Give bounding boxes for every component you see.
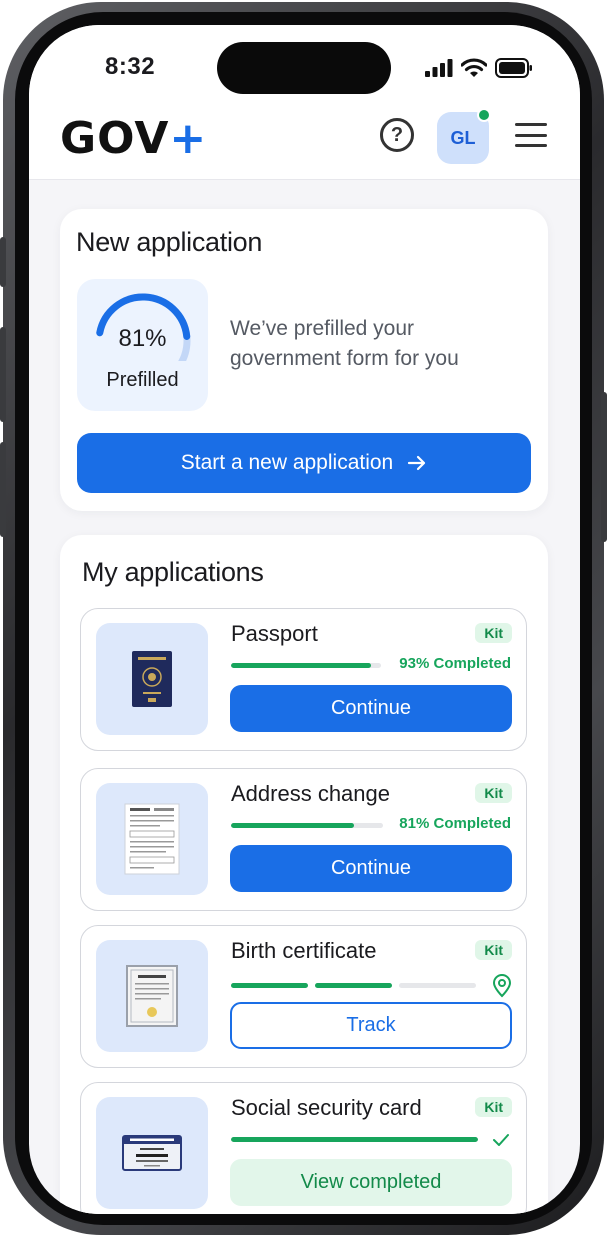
- location-pin-icon: [492, 974, 512, 998]
- cellular-signal-icon: [425, 59, 453, 77]
- checkmark-icon: [493, 1134, 509, 1146]
- logo-plus: +: [169, 113, 208, 164]
- user-avatar-button[interactable]: GL: [437, 108, 491, 164]
- prefill-label: Prefilled: [106, 369, 179, 391]
- app-header: GOV+ ? GL: [29, 108, 580, 180]
- volume-up-button: [0, 327, 6, 422]
- certificate-icon: [126, 965, 178, 1027]
- action-button: [0, 237, 6, 287]
- address-change-thumbnail: [96, 783, 208, 895]
- passport-thumbnail: [96, 623, 208, 735]
- phone-screen: 8:32 GOV+ ? GL New application 81% Prefi…: [29, 25, 580, 1214]
- social-security-card-icon: [122, 1135, 182, 1171]
- menu-line: [515, 133, 547, 137]
- progress-label: 93% Completed: [399, 655, 511, 672]
- hamburger-menu-icon[interactable]: [515, 123, 547, 147]
- gov-plus-logo[interactable]: GOV+: [60, 115, 207, 163]
- question-mark-icon: ?: [390, 123, 404, 146]
- social-security-thumbnail: [96, 1097, 208, 1209]
- dynamic-island: [217, 42, 391, 94]
- progress-bar: [231, 663, 381, 668]
- logo-text: GOV: [60, 113, 170, 164]
- arrow-right-icon: [408, 455, 426, 471]
- status-bar: 8:32: [29, 25, 580, 115]
- menu-line: [515, 144, 547, 147]
- my-applications-card: My applications Passport Kit 93% Complet…: [60, 535, 548, 1214]
- continue-button[interactable]: Continue: [230, 845, 512, 892]
- application-item-birth-certificate[interactable]: Birth certificate Kit Track: [80, 925, 527, 1068]
- new-application-title: New application: [76, 227, 263, 257]
- prefill-gauge: 81% Prefilled: [77, 279, 208, 411]
- track-button[interactable]: Track: [230, 1002, 512, 1049]
- prefill-message: We’ve prefilled your government form for…: [230, 317, 459, 370]
- tracking-step: [399, 983, 476, 988]
- progress-bar-fill: [231, 823, 355, 828]
- tracking-step: [231, 983, 308, 988]
- volume-down-button: [0, 442, 6, 537]
- view-completed-button[interactable]: View completed: [230, 1159, 512, 1206]
- progress-bar-fill: [231, 1137, 478, 1142]
- passport-icon: [132, 651, 172, 707]
- continue-button[interactable]: Continue: [230, 685, 512, 732]
- start-button-label: Start a new application: [180, 451, 394, 474]
- application-item-social-security-card[interactable]: Social security card Kit View completed: [80, 1082, 527, 1214]
- prefill-percent: 81%: [118, 325, 167, 352]
- battery-icon: [495, 58, 532, 78]
- menu-line: [515, 123, 547, 126]
- application-name: Birth certificate: [231, 938, 377, 963]
- kit-badge: Kit: [475, 623, 512, 643]
- application-item-passport[interactable]: Passport Kit 93% Completed Continue: [80, 608, 527, 751]
- application-name: Passport: [231, 621, 318, 646]
- application-name: Address change: [231, 781, 390, 806]
- kit-badge: Kit: [475, 1097, 512, 1117]
- progress-bar: [231, 1137, 478, 1142]
- progress-bar-fill: [231, 663, 371, 668]
- status-icons: [425, 57, 533, 79]
- online-status-dot: [477, 108, 491, 122]
- status-time: 8:32: [105, 53, 156, 80]
- form-document-icon: [124, 803, 180, 875]
- help-button[interactable]: ?: [380, 118, 414, 152]
- my-applications-title: My applications: [82, 557, 264, 587]
- application-name: Social security card: [231, 1095, 422, 1120]
- application-item-address-change[interactable]: Address change Kit 81% Completed Continu…: [80, 768, 527, 911]
- birth-certificate-thumbnail: [96, 940, 208, 1052]
- avatar-initials: GL: [450, 127, 476, 148]
- progress-bar: [231, 823, 383, 828]
- kit-badge: Kit: [475, 783, 512, 803]
- new-application-card: New application 81% Prefilled We’ve pref…: [60, 209, 548, 511]
- tracking-step: [315, 983, 392, 988]
- kit-badge: Kit: [475, 940, 512, 960]
- start-new-application-button[interactable]: Start a new application: [77, 433, 531, 493]
- power-button: [601, 392, 607, 542]
- wifi-icon: [461, 58, 487, 77]
- progress-label: 81% Completed: [399, 815, 511, 832]
